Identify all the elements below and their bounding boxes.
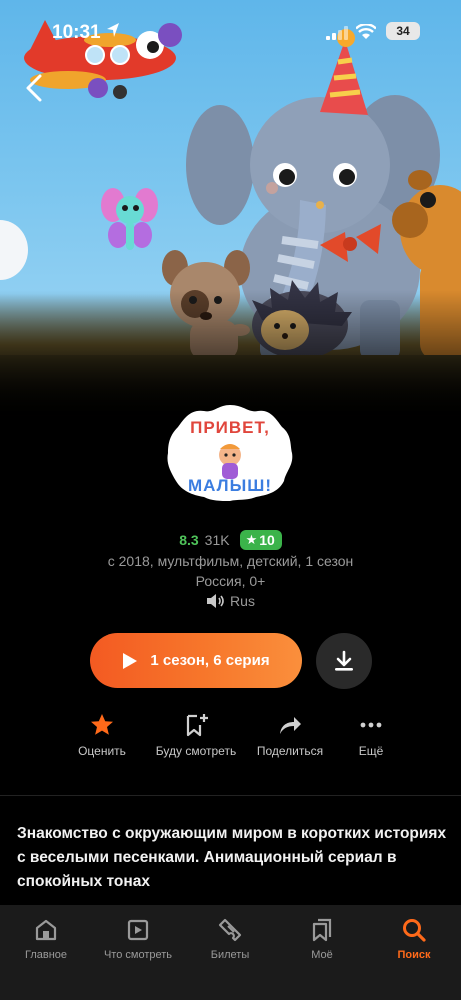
play-icon [123, 652, 138, 669]
rate-label: Оценить [78, 744, 126, 758]
more-label: Ещё [358, 744, 384, 758]
audio-language: Rus [230, 593, 255, 609]
bottom-tab-bar: Главное Что смотреть Билеты Моё Поиск [0, 905, 461, 1000]
meta-genre-line: с 2018, мультфильм, детский, 1 сезон [107, 553, 354, 569]
tab-mine[interactable]: Моё [276, 917, 368, 961]
tab-home[interactable]: Главное [0, 917, 92, 961]
tab-search-label: Поиск [397, 949, 431, 961]
more-icon [360, 722, 382, 728]
search-icon [403, 919, 426, 942]
tab-tickets[interactable]: Билеты [184, 917, 276, 961]
share-icon [280, 717, 301, 734]
play-square-icon [127, 919, 149, 941]
hero-artwork [0, 0, 461, 420]
rating-votes: 31K [204, 532, 230, 548]
badge-value: 10 [259, 532, 275, 548]
watchlist-label: Буду смотреть [155, 744, 237, 758]
more-button[interactable]: Ещё [321, 712, 421, 758]
show-description: Знакомство с окружающим миром в коротких… [17, 825, 447, 890]
hero-fade [0, 290, 461, 420]
home-icon [35, 919, 57, 941]
tab-mine-label: Моё [311, 949, 333, 961]
play-episode-label: 1 сезон, 6 серия [150, 652, 270, 669]
watchlist-button[interactable]: Буду смотреть [146, 712, 246, 758]
tab-home-label: Главное [24, 949, 68, 961]
cellular-signal-icon [326, 26, 348, 40]
badge-star-icon: ★ [245, 532, 258, 547]
star-icon [91, 714, 113, 735]
battery-indicator: 34 [386, 22, 420, 40]
rating-row: 8.3 31K ★ 10 [0, 529, 461, 551]
play-episode-button[interactable]: 1 сезон, 6 серия [90, 633, 302, 688]
location-arrow-icon [107, 23, 119, 37]
show-logo: ПРИВЕТ, МАЛЫШ! [167, 405, 293, 501]
butterfly-illustration [101, 188, 158, 250]
bookmarks-icon [312, 918, 332, 942]
bookmark-add-icon [186, 714, 208, 737]
tab-what-to-watch-label: Что смотреть [103, 949, 173, 961]
quick-actions: Оценить Буду смотреть Поделиться Ещё [60, 712, 440, 772]
audio-row: Rus [0, 593, 461, 609]
section-divider [0, 795, 461, 796]
status-time: 10:31 [52, 22, 101, 43]
rating-value: 8.3 [179, 532, 199, 548]
status-bar: 10:31 34 [0, 0, 461, 60]
download-button[interactable] [316, 633, 372, 689]
ticket-icon [218, 918, 242, 942]
tab-what-to-watch[interactable]: Что смотреть [92, 917, 184, 961]
download-icon [335, 650, 353, 671]
tab-search[interactable]: Поиск [368, 917, 460, 961]
speaker-icon [207, 594, 224, 608]
tab-tickets-label: Билеты [210, 949, 250, 961]
wifi-icon [356, 24, 376, 39]
back-chevron-icon[interactable] [20, 70, 48, 106]
meta-country-line: Россия, 0+ [195, 573, 266, 589]
top-badge: ★ 10 [239, 530, 282, 550]
rate-button[interactable]: Оценить [52, 712, 152, 758]
logo-line1: ПРИВЕТ, [190, 418, 270, 437]
